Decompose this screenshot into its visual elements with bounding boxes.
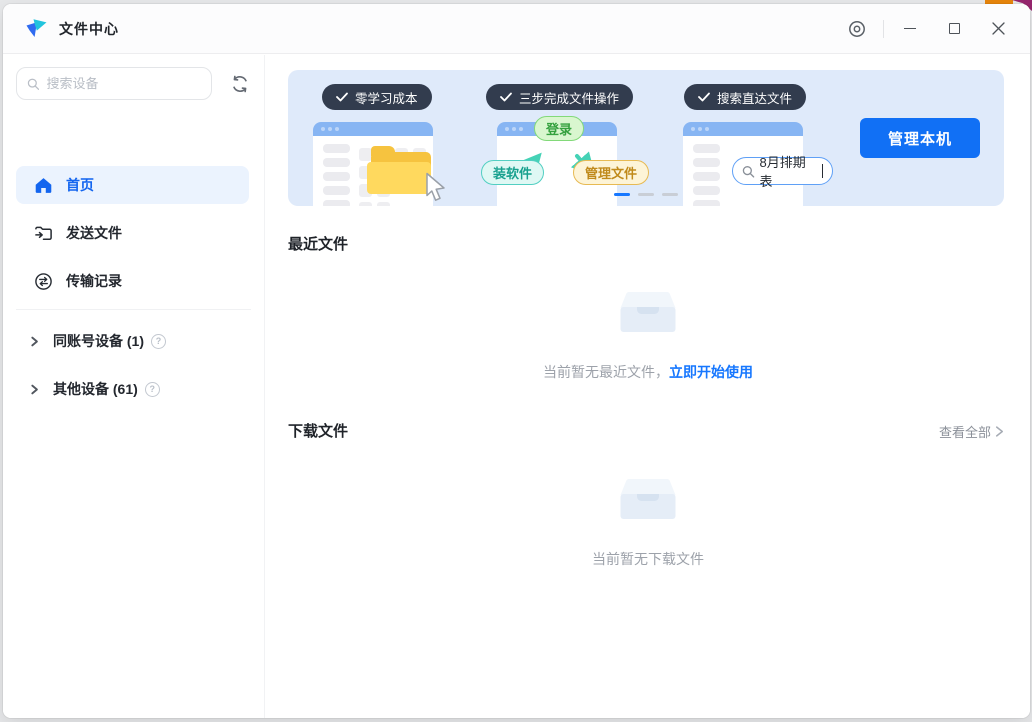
sidebar-item-label: 发送文件: [66, 225, 122, 241]
badge-label: 三步完成文件操作: [519, 91, 620, 106]
titlebar-divider: [883, 19, 884, 38]
chevron-right-icon: [29, 383, 41, 395]
folder-icon: [367, 146, 445, 201]
sidebar-item-label: 首页: [66, 177, 94, 193]
device-search-box[interactable]: [16, 67, 212, 100]
feature-badge: 搜索直达文件: [684, 84, 807, 110]
download-files-empty-state: 当前暂无下载文件: [266, 478, 1030, 569]
settings-button[interactable]: [835, 4, 879, 53]
sidebar-group-other-devices[interactable]: 其他设备 (61) ?: [16, 372, 249, 406]
check-icon: [500, 92, 512, 102]
empty-text: 当前暂无最近文件，: [543, 364, 669, 380]
app-title: 文件中心: [59, 20, 119, 37]
mock-titlebar: [683, 122, 803, 136]
login-step-pill: 登录: [534, 116, 585, 141]
feature-badge: 零学习成本: [322, 84, 432, 110]
search-row: [16, 67, 252, 100]
cursor-icon: [426, 172, 445, 201]
help-icon[interactable]: ?: [151, 333, 166, 349]
app-logo-icon: [26, 18, 47, 37]
close-icon: [991, 22, 1005, 35]
sidebar-divider: [16, 309, 251, 310]
send-folder-icon: [33, 223, 53, 243]
mock-titlebar: [313, 122, 433, 136]
help-icon[interactable]: ?: [144, 381, 160, 397]
check-icon: [698, 92, 710, 102]
carousel-dot-active[interactable]: [614, 193, 630, 196]
main-content: 零学习成本 三步完成文件操作 搜索直达文件 登录 装软件 管理文件 8月排期表 …: [266, 55, 1030, 718]
search-icon: [27, 78, 40, 90]
sidebar-group-same-account-devices[interactable]: 同账号设备 (1) ?: [16, 324, 249, 358]
manage-step-pill: 管理文件: [573, 160, 650, 185]
mock-search-text: 8月排期表: [759, 155, 806, 189]
carousel-dot[interactable]: [638, 193, 654, 196]
recent-files-title: 最近文件: [288, 236, 349, 253]
group-label: 其他设备 (61): [53, 381, 138, 397]
recent-files-empty-state: 当前暂无最近文件，立即开始使用: [266, 291, 1030, 382]
badge-label: 搜索直达文件: [717, 91, 793, 106]
install-step-pill: 装软件: [481, 160, 545, 185]
text-caret: [821, 164, 823, 178]
empty-message: 当前暂无下载文件: [592, 551, 704, 567]
feature-banner: 零学习成本 三步完成文件操作 搜索直达文件 登录 装软件 管理文件 8月排期表 …: [288, 70, 1004, 206]
empty-message: 当前暂无最近文件，立即开始使用: [266, 362, 1030, 382]
mock-search-box: 8月排期表: [732, 155, 833, 189]
transfer-icon: [33, 271, 53, 291]
illustration-window-steps: 登录 装软件 管理文件: [481, 116, 650, 206]
check-icon: [336, 92, 348, 102]
download-files-title: 下载文件: [288, 423, 349, 440]
titlebar: 文件中心: [3, 4, 1030, 54]
search-input[interactable]: [46, 76, 201, 91]
refresh-icon: [233, 75, 247, 92]
maximize-icon: [948, 23, 960, 34]
minimize-icon: [904, 28, 916, 29]
sidebar-item-send-files[interactable]: 发送文件: [16, 214, 249, 252]
illustration-window-files: [313, 122, 445, 206]
home-icon: [33, 175, 53, 195]
sidebar-item-label: 传输记录: [66, 273, 122, 289]
illustration-window-search: 8月排期表: [683, 122, 833, 206]
empty-tray-icon: [620, 292, 676, 332]
chevron-right-icon: [995, 426, 1004, 437]
close-button[interactable]: [976, 4, 1020, 53]
sidebar-item-home[interactable]: 首页: [16, 166, 249, 204]
feature-badge: 三步完成文件操作: [486, 84, 634, 110]
start-using-link[interactable]: 立即开始使用: [669, 364, 753, 380]
sidebar: 首页 发送文件 传输记录: [3, 55, 265, 718]
settings-icon: [849, 20, 865, 37]
minimize-button[interactable]: [888, 4, 932, 53]
search-icon: [742, 165, 755, 178]
badge-label: 零学习成本: [355, 91, 418, 106]
view-all-link[interactable]: 查看全部: [939, 422, 1004, 441]
empty-tray-icon: [620, 479, 676, 519]
banner-carousel-dots: [614, 193, 678, 196]
chevron-right-icon: [29, 335, 41, 347]
view-all-label: 查看全部: [938, 425, 991, 440]
manage-local-device-button[interactable]: 管理本机: [860, 118, 980, 158]
carousel-dot[interactable]: [662, 193, 678, 196]
app-window: 文件中心 搜索设备 首页 发送文件 传输记录 同账号设备 (1) ? 其他设备 …: [3, 4, 1030, 718]
maximize-button[interactable]: [932, 4, 976, 53]
group-label: 同账号设备 (1): [53, 333, 144, 349]
titlebar-controls: [835, 4, 1030, 53]
refresh-devices-button[interactable]: [228, 72, 252, 96]
sidebar-item-transfer-history[interactable]: 传输记录: [16, 262, 249, 300]
